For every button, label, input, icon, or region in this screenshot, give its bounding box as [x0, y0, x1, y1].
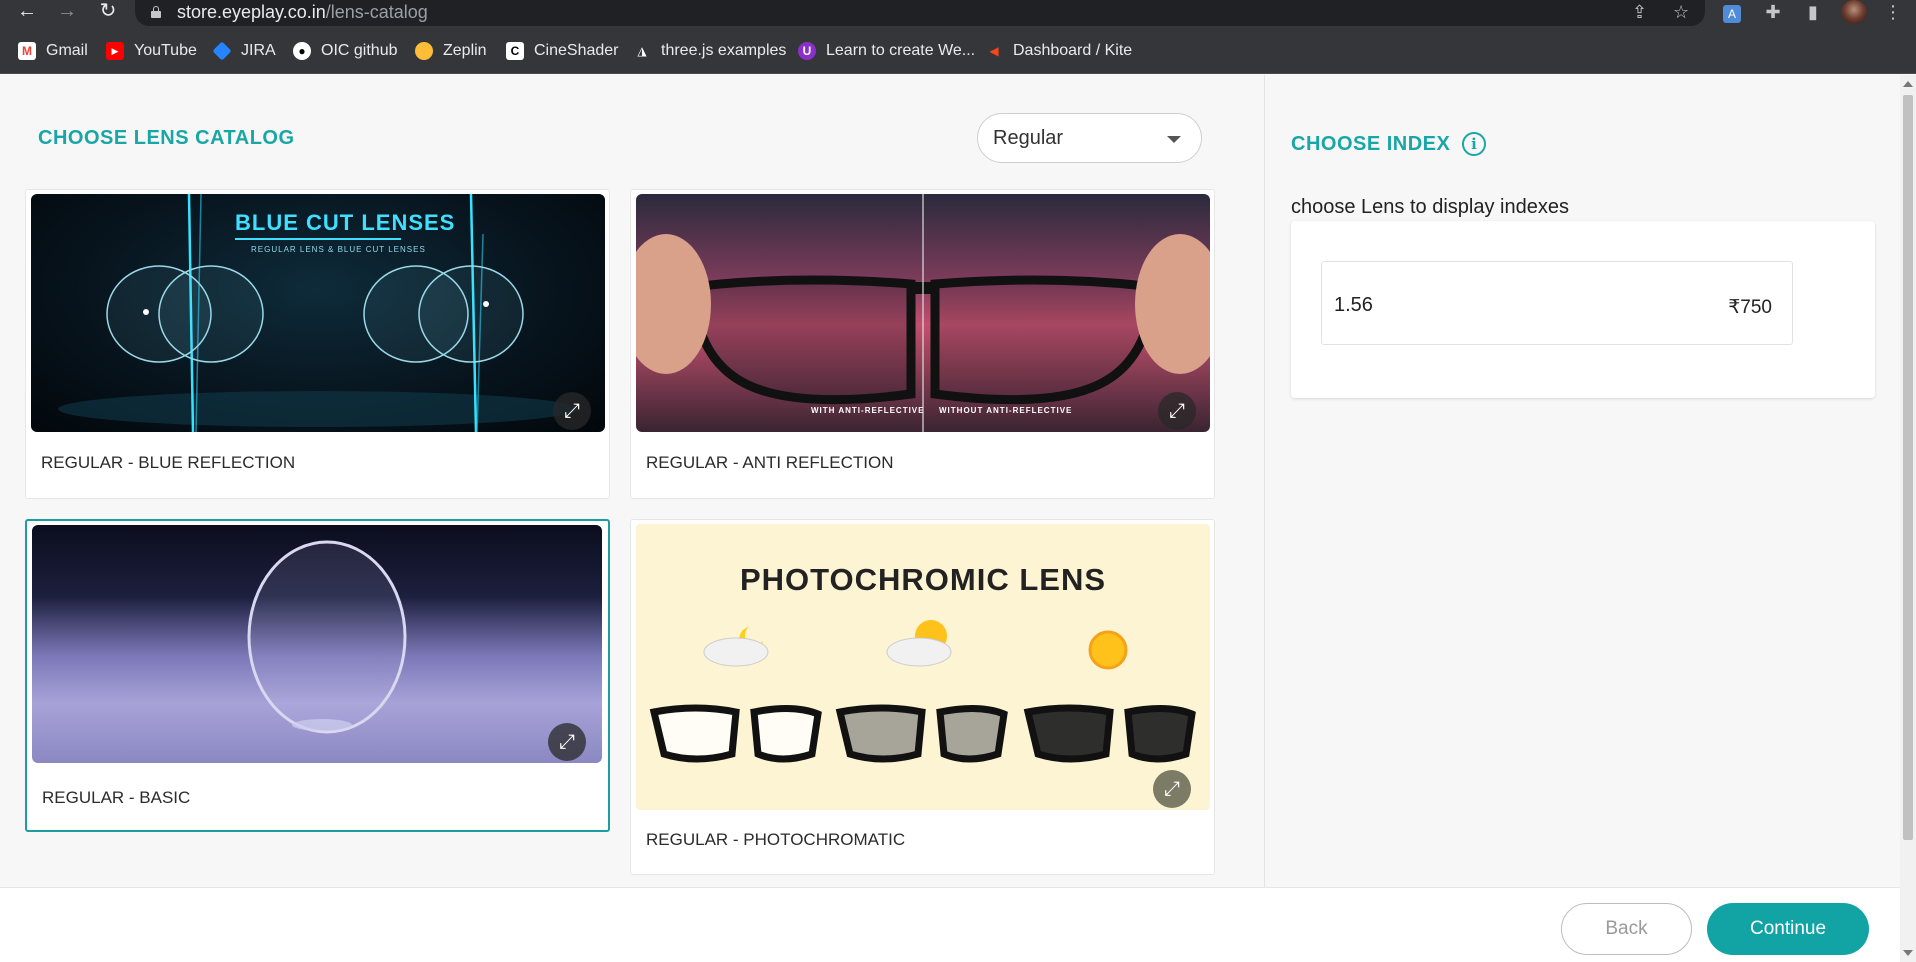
- bookmarks-bar: M Gmail ▶ YouTube JIRA ● OIC github Zeplin …: [0, 26, 1916, 74]
- threejs-icon: ◮: [637, 44, 647, 58]
- youtube-icon: ▶: [106, 42, 124, 60]
- caret-down-icon: [1167, 136, 1181, 143]
- expand-icon[interactable]: ⤢: [553, 392, 591, 430]
- scrollbar-thumb[interactable]: [1903, 95, 1913, 840]
- image-caption-left: WITH ANTI-REFLECTIVE: [811, 406, 925, 415]
- zeplin-icon: [415, 42, 433, 60]
- index-title: CHOOSE INDEX: [1291, 133, 1451, 155]
- lock-icon[interactable]: [151, 6, 161, 18]
- lens-card-label: REGULAR - PHOTOCHROMATIC: [646, 830, 906, 849]
- scroll-up-arrow-icon[interactable]: [1903, 81, 1913, 87]
- extensions-puzzle-icon[interactable]: ✚: [1760, 0, 1786, 24]
- share-icon[interactable]: ⇪: [1632, 0, 1647, 24]
- continue-button[interactable]: Continue: [1707, 903, 1869, 955]
- bookmark-star-icon[interactable]: ☆: [1673, 0, 1689, 24]
- lens-card-label: REGULAR - BLUE REFLECTION: [41, 453, 296, 472]
- index-panel: 1.56 ₹750: [1291, 221, 1875, 398]
- expand-icon[interactable]: ⤢: [1153, 770, 1191, 808]
- panel-divider: [1264, 75, 1265, 887]
- bookmark-label: Learn to create We...: [826, 42, 976, 59]
- learn-icon: U: [798, 42, 816, 60]
- url-text[interactable]: store.eyeplay.co.in/lens-catalog: [177, 2, 428, 23]
- bookmark-label: Dashboard / Kite: [1013, 42, 1133, 59]
- bookmark-label: OIC github: [321, 42, 398, 59]
- bookmark-label: CineShader: [534, 42, 619, 59]
- index-option[interactable]: 1.56 ₹750: [1321, 261, 1793, 345]
- translate-extension-icon[interactable]: A: [1719, 0, 1745, 24]
- expand-icon[interactable]: ⤢: [1158, 392, 1196, 430]
- lens-card-label: REGULAR - ANTI REFLECTION: [646, 453, 894, 472]
- github-icon: ●: [293, 42, 311, 60]
- bookmark-label: JIRA: [241, 42, 276, 59]
- lens-card-basic[interactable]: ⤢ REGULAR - BASIC: [25, 519, 610, 832]
- side-panel-icon[interactable]: ▮: [1800, 0, 1826, 24]
- lens-card-photochromatic[interactable]: PHOTOCHROMIC LENS ⤢ REGULAR - PHOTOCHROM…: [630, 519, 1215, 875]
- back-button[interactable]: Back: [1561, 903, 1692, 955]
- bookmark-learn-to-create[interactable]: U Learn to create We...: [798, 41, 975, 61]
- bookmark-label: Gmail: [46, 42, 88, 59]
- browser-toolbar: ← → ↻ store.eyeplay.co.in/lens-catalog ⇪…: [0, 0, 1916, 26]
- address-bar[interactable]: store.eyeplay.co.in/lens-catalog ⇪ ☆: [135, 0, 1705, 26]
- profile-avatar[interactable]: [1841, 0, 1867, 24]
- back-arrow-icon[interactable]: ←: [12, 0, 42, 24]
- bookmark-gmail[interactable]: M Gmail: [18, 41, 88, 61]
- image-subtitle: REGULAR LENS & BLUE CUT LENSES: [251, 245, 426, 254]
- lens-card-label: REGULAR - BASIC: [42, 788, 191, 807]
- bookmark-oic-github[interactable]: ● OIC github: [293, 41, 397, 61]
- expand-icon[interactable]: ⤢: [548, 723, 586, 761]
- image-title: BLUE CUT LENSES: [235, 210, 456, 235]
- photochromic-lens-image: PHOTOCHROMIC LENS ⤢: [636, 524, 1210, 810]
- page-scrollbar[interactable]: [1900, 75, 1916, 962]
- index-price: ₹750: [1728, 297, 1772, 318]
- bookmark-cineshader[interactable]: C CineShader: [506, 41, 619, 61]
- bookmark-zeplin[interactable]: Zeplin: [415, 41, 487, 61]
- index-value: 1.56: [1334, 294, 1373, 316]
- anti-reflective-glasses-image: WITH ANTI-REFLECTIVE WITHOUT ANTI-REFLEC…: [636, 194, 1210, 432]
- jira-icon: [212, 41, 232, 61]
- basic-lens-image: ⤢: [32, 525, 602, 763]
- image-title-underline: [235, 238, 401, 240]
- bookmark-youtube[interactable]: ▶ YouTube: [106, 41, 197, 61]
- bookmark-kite[interactable]: ◀ Dashboard / Kite: [985, 41, 1132, 61]
- bookmark-label: three.js examples: [661, 42, 787, 59]
- blue-cut-lenses-image: BLUE CUT LENSES REGULAR LENS & BLUE CUT …: [31, 194, 605, 432]
- bookmark-threejs[interactable]: ◮ three.js examples: [633, 41, 786, 61]
- scroll-down-arrow-icon[interactable]: [1903, 950, 1913, 956]
- catalog-title: CHOOSE LENS CATALOG: [38, 127, 295, 149]
- gmail-icon: M: [18, 42, 36, 60]
- index-hint: choose Lens to display indexes: [1291, 196, 1569, 218]
- bookmark-jira[interactable]: JIRA: [212, 41, 276, 61]
- lens-type-select[interactable]: Regular: [977, 113, 1202, 163]
- kite-icon: ◀: [989, 44, 999, 58]
- lens-card-anti-reflection[interactable]: WITH ANTI-REFLECTIVE WITHOUT ANTI-REFLEC…: [630, 189, 1215, 499]
- forward-arrow-icon[interactable]: →: [52, 0, 82, 24]
- bookmark-label: YouTube: [134, 42, 197, 59]
- footer-bar: Back Continue: [0, 887, 1900, 962]
- reload-icon[interactable]: ↻: [93, 0, 123, 24]
- image-caption-right: WITHOUT ANTI-REFLECTIVE: [939, 406, 1073, 415]
- cineshader-icon: C: [506, 42, 524, 60]
- info-icon[interactable]: i: [1462, 132, 1486, 156]
- page: CHOOSE LENS CATALOG Regular BLUE CUT LEN…: [0, 75, 1900, 962]
- bookmark-label: Zeplin: [443, 42, 487, 59]
- lens-type-value: Regular: [993, 127, 1064, 149]
- lens-card-blue-reflection[interactable]: BLUE CUT LENSES REGULAR LENS & BLUE CUT …: [25, 189, 610, 499]
- menu-kebab-icon[interactable]: ⋮: [1880, 0, 1906, 24]
